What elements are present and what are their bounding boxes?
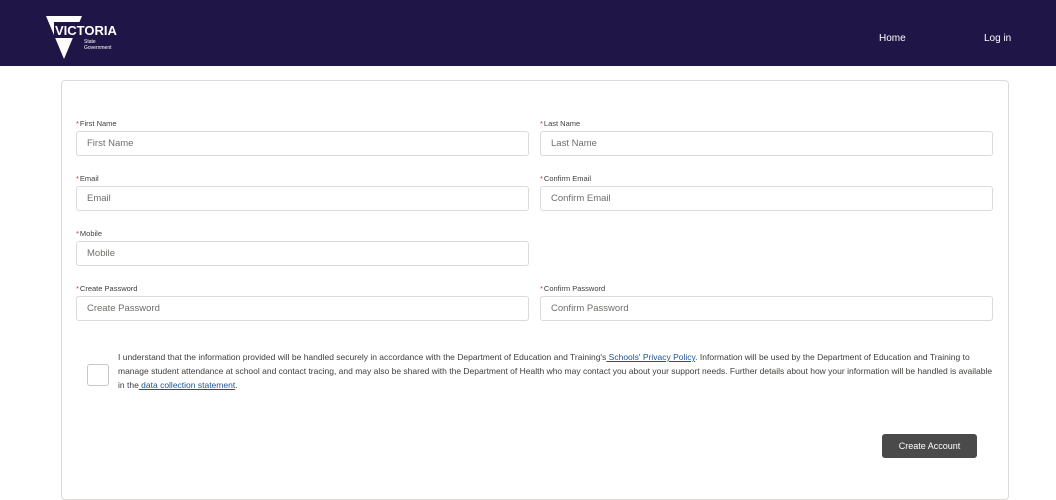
email-input[interactable] bbox=[76, 186, 529, 211]
mobile-input[interactable] bbox=[76, 241, 529, 266]
confirm-email-input[interactable] bbox=[540, 186, 993, 211]
first-name-field: *First Name bbox=[76, 118, 529, 156]
confirm-password-field: *Confirm Password bbox=[540, 283, 993, 321]
create-account-button[interactable]: Create Account bbox=[882, 434, 977, 458]
required-marker: * bbox=[540, 174, 543, 183]
last-name-label: *Last Name bbox=[540, 119, 581, 128]
top-navigation-bar: VICTORIA State Government Home Log in bbox=[0, 0, 1056, 66]
required-marker: * bbox=[76, 284, 79, 293]
consent-checkbox[interactable] bbox=[87, 364, 109, 386]
logo-subtext-government: Government bbox=[84, 45, 112, 51]
create-password-label: *Create Password bbox=[76, 284, 138, 293]
mobile-field: *Mobile bbox=[76, 228, 529, 266]
first-name-input[interactable] bbox=[76, 131, 529, 156]
create-password-field: *Create Password bbox=[76, 283, 529, 321]
required-marker: * bbox=[76, 229, 79, 238]
required-marker: * bbox=[540, 284, 543, 293]
mobile-label: *Mobile bbox=[76, 229, 103, 238]
confirm-email-field: *Confirm Email bbox=[540, 173, 993, 211]
confirm-password-input[interactable] bbox=[540, 296, 993, 321]
schools-privacy-policy-link[interactable]: Schools' Privacy Policy bbox=[606, 352, 696, 362]
confirm-password-label: *Confirm Password bbox=[540, 284, 606, 293]
nav-home-link[interactable]: Home bbox=[879, 33, 906, 44]
email-label: *Email bbox=[76, 174, 99, 183]
confirm-email-label: *Confirm Email bbox=[540, 174, 592, 183]
required-marker: * bbox=[76, 119, 79, 128]
data-collection-statement-link[interactable]: data collection statement bbox=[139, 380, 235, 390]
last-name-field: *Last Name bbox=[540, 118, 993, 156]
email-field: *Email bbox=[76, 173, 529, 211]
first-name-label: *First Name bbox=[76, 119, 117, 128]
consent-statement: I understand that the information provid… bbox=[118, 352, 993, 390]
required-marker: * bbox=[540, 119, 543, 128]
last-name-input[interactable] bbox=[540, 131, 993, 156]
required-marker: * bbox=[76, 174, 79, 183]
victoria-state-government-logo[interactable]: VICTORIA State Government bbox=[44, 13, 154, 63]
logo-text: VICTORIA bbox=[55, 23, 117, 38]
create-password-input[interactable] bbox=[76, 296, 529, 321]
nav-login-link[interactable]: Log in bbox=[984, 33, 1011, 44]
